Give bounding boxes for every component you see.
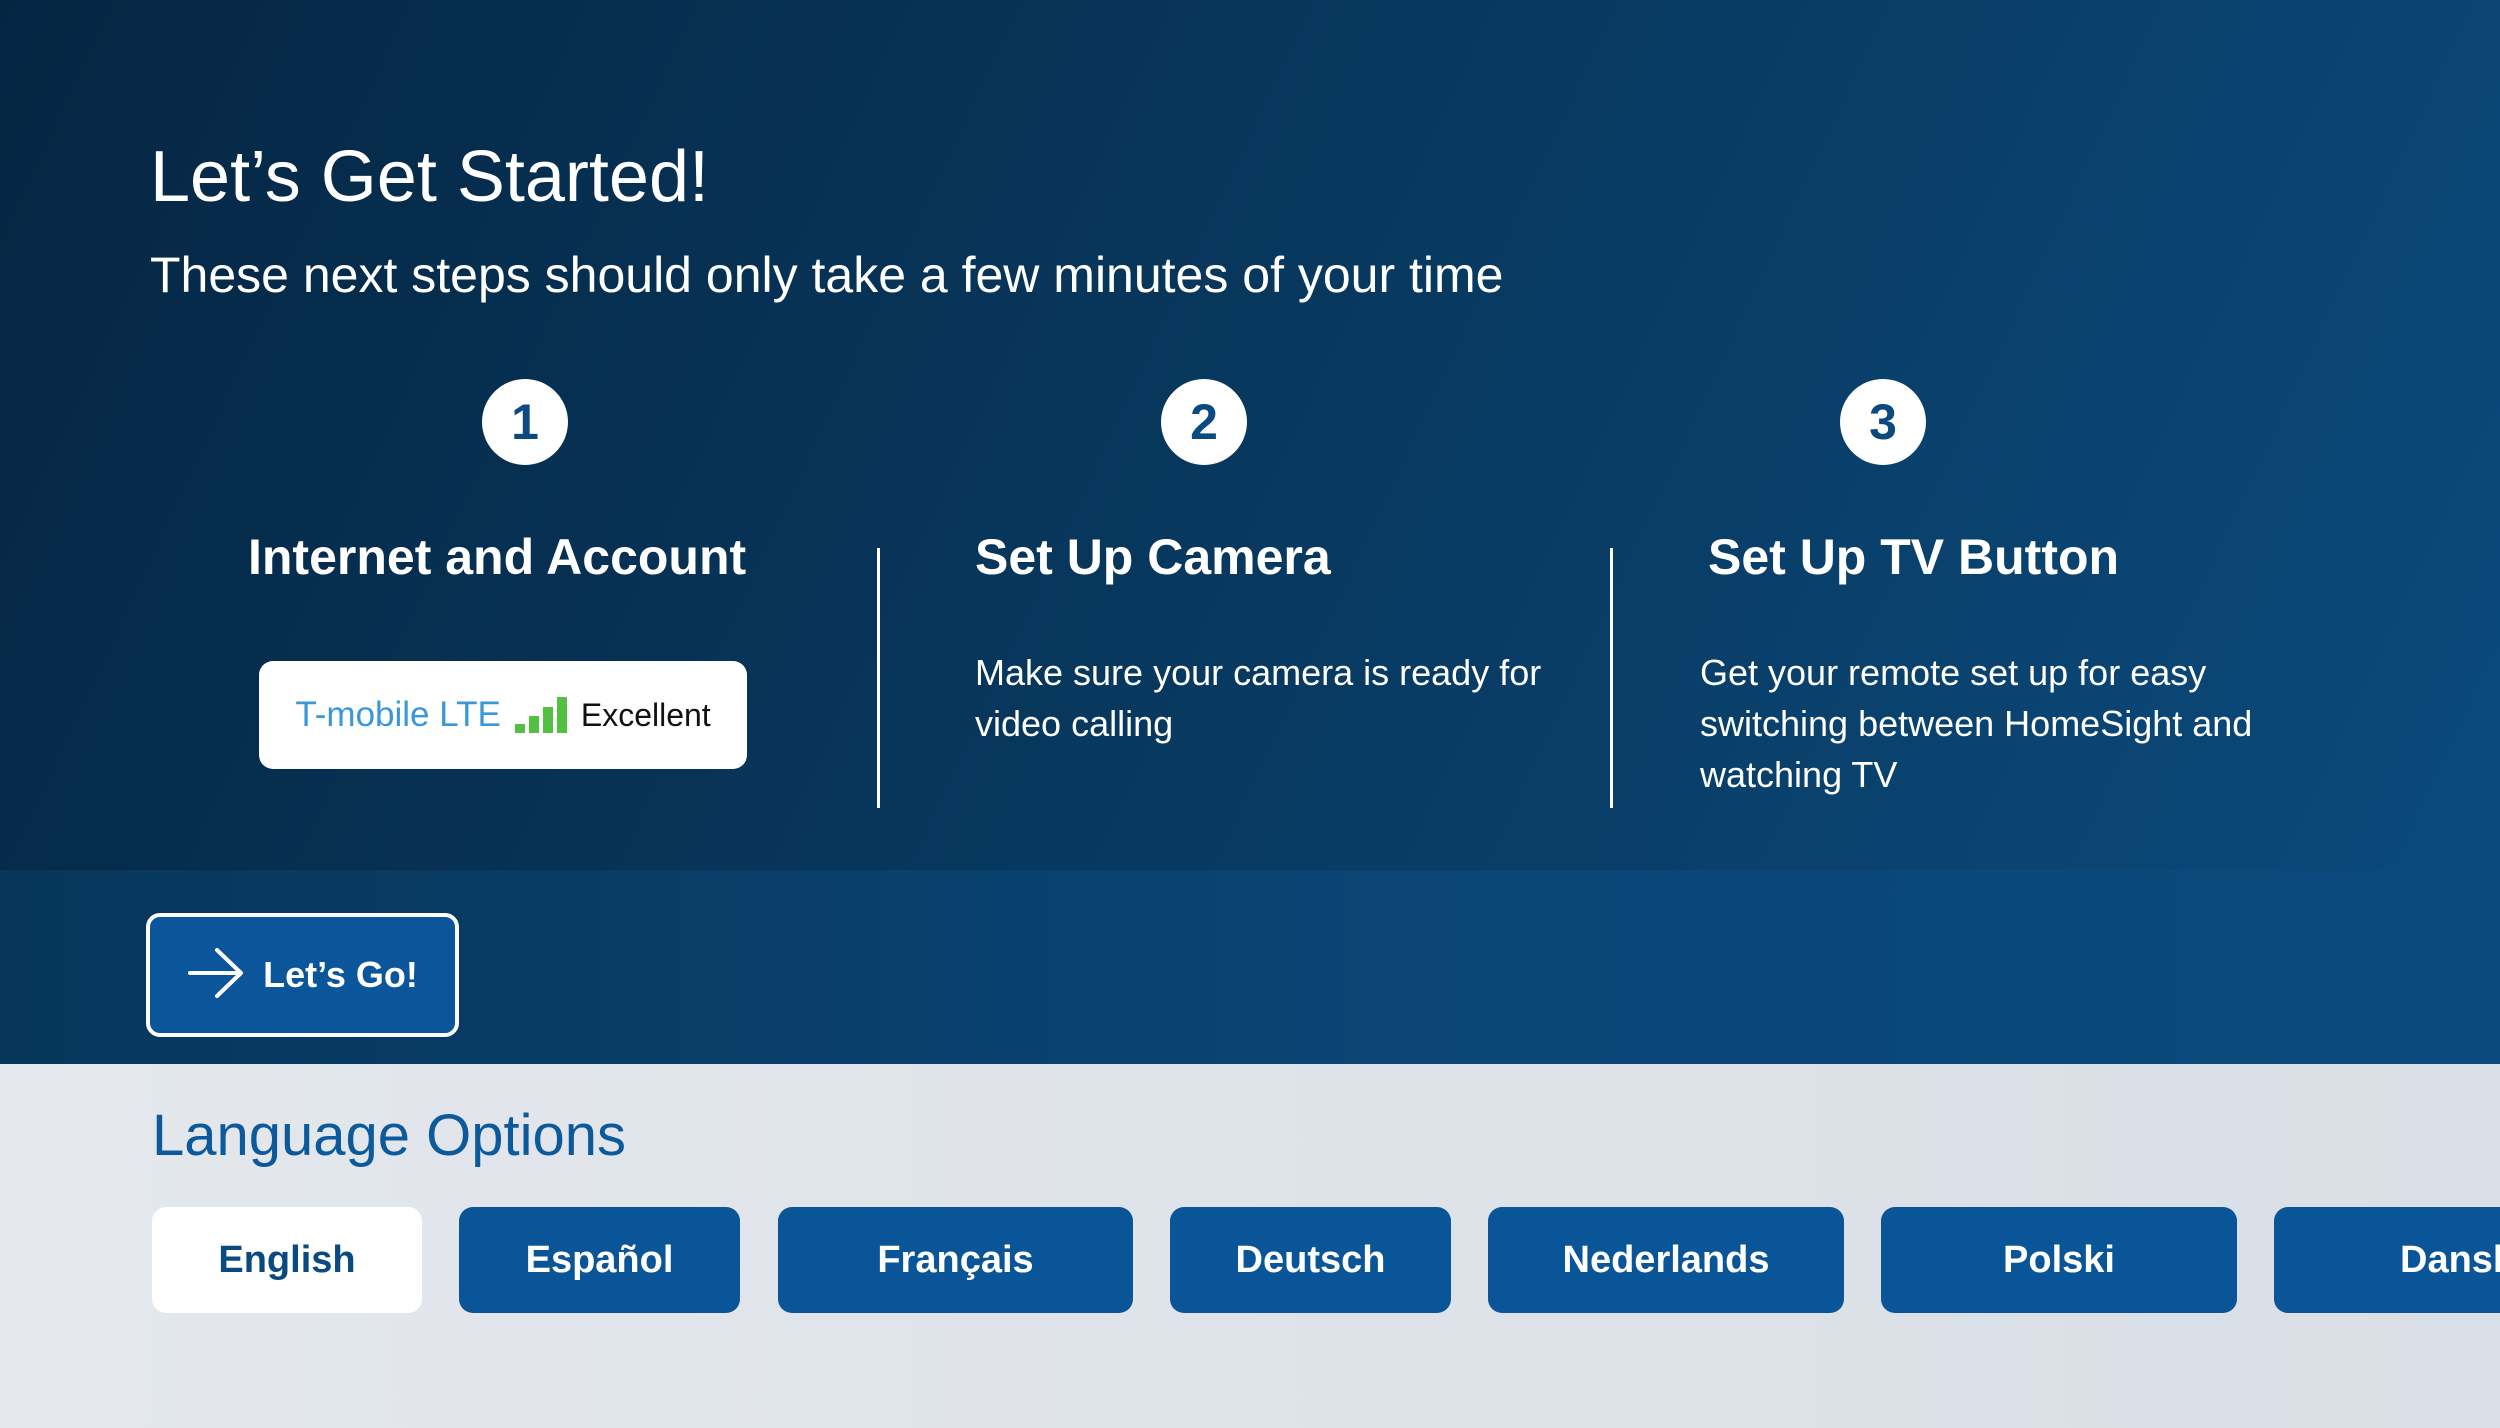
language-option-dansk[interactable]: Dansk [2274,1207,2500,1313]
network-status-pill: T-mobile LTE Excellent [259,661,747,769]
lets-go-label: Let’s Go! [263,954,418,995]
signal-bars-icon [514,697,567,733]
lets-go-button[interactable]: Let’s Go! [146,913,459,1037]
language-option-deutsch[interactable]: Deutsch [1170,1207,1451,1313]
step-divider [877,548,880,808]
step-1-number: 1 [482,379,568,465]
page-subtitle: These next steps should only take a few … [150,247,1504,303]
step-3-description: Get your remote set up for easy switchin… [1700,652,2253,795]
step-divider [1610,548,1613,808]
language-option-nederlands[interactable]: Nederlands [1488,1207,1844,1313]
page-title: Let’s Get Started! [150,137,709,217]
arrow-right-icon [187,947,245,1004]
step-2-description: Make sure your camera is ready for video… [975,652,1542,744]
hero-section: Let’s Get Started! These next steps shou… [0,0,2500,870]
language-option-francais[interactable]: Français [778,1207,1133,1313]
step-3-number: 3 [1840,379,1926,465]
network-quality: Excellent [580,696,711,733]
language-heading: Language Options [152,1103,627,1168]
language-option-polski[interactable]: Polski [1881,1207,2237,1313]
step-3-title: Set Up TV Button [1708,529,2120,585]
network-name: T-mobile LTE [295,695,501,734]
step-2-number: 2 [1161,379,1247,465]
language-option-english[interactable]: English [152,1207,422,1313]
language-option-espanol[interactable]: Español [459,1207,740,1313]
step-2-title: Set Up Camera [975,529,1331,585]
step-1-title: Internet and Account [248,529,747,585]
